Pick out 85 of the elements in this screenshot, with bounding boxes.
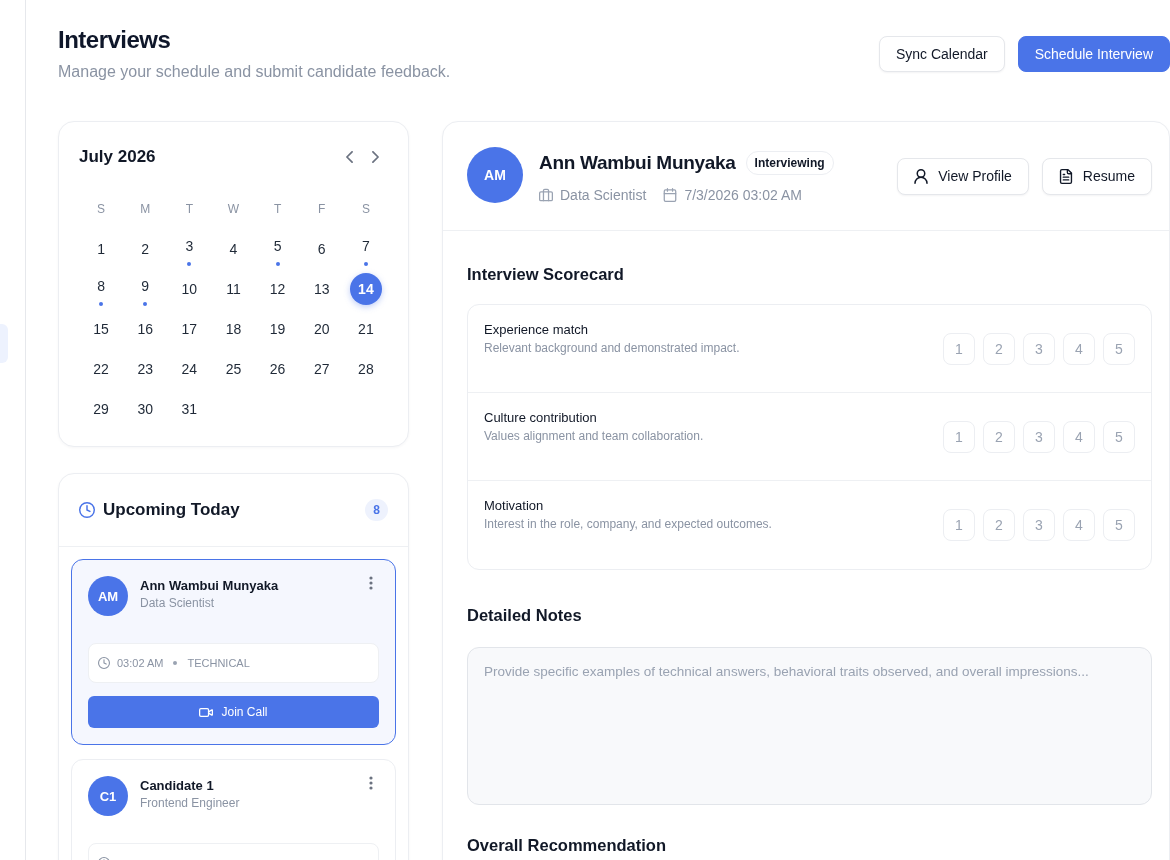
candidate-role: Data Scientist [560, 187, 647, 203]
recommendation-title: Overall Recommendation [467, 835, 667, 855]
briefcase-icon [539, 188, 553, 202]
video-camera-icon [199, 707, 214, 717]
calendar-day[interactable]: 25 [217, 353, 250, 385]
calendar-day[interactable]: 18 [217, 313, 250, 345]
calendar-day[interactable]: 11 [217, 273, 250, 305]
candidate-avatar: C1 [88, 776, 128, 816]
calendar-day[interactable]: 28 [349, 353, 382, 385]
calendar-day[interactable]: 26 [261, 353, 294, 385]
calendar-day[interactable]: 16 [129, 313, 162, 345]
candidate-role: Data Scientist [140, 596, 216, 611]
calendar-day[interactable]: 4 [217, 233, 250, 265]
person-icon [914, 168, 929, 184]
calendar-day[interactable]: 9 [129, 273, 162, 305]
criterion-title: Experience match [484, 322, 590, 338]
calendar-day[interactable]: 29 [85, 393, 118, 425]
vertical-dots-icon[interactable] [369, 576, 373, 590]
calendar-day[interactable]: 6 [305, 233, 338, 265]
join-call-button[interactable]: Join Call [88, 696, 379, 728]
weekday-label: T [184, 202, 194, 216]
schedule-interview-button[interactable]: Schedule Interview [1017, 36, 1170, 72]
candidate-name: Ann Wambui Munyaka [539, 152, 736, 174]
weekday-label: S [96, 202, 107, 216]
criterion-description: Relevant background and demonstrated impact. [484, 341, 740, 356]
upcoming-title: Upcoming Today [103, 500, 240, 520]
calendar-day[interactable]: 21 [349, 313, 382, 345]
calendar-day[interactable]: 22 [85, 353, 118, 385]
calendar-day[interactable]: 13 [305, 273, 338, 305]
criterion-description: Values alignment and team collaboration. [484, 429, 704, 444]
sync-calendar-button[interactable]: Sync Calendar [878, 36, 1005, 72]
candidate-avatar: AM [88, 576, 128, 616]
interview-time: 03:02 AM [117, 657, 164, 669]
vertical-dots-icon[interactable] [369, 776, 373, 790]
calendar-day[interactable]: 3 [173, 233, 206, 265]
calendar-day[interactable]: 2 [129, 233, 162, 265]
clock-icon [79, 502, 95, 518]
weekday-label: T [272, 202, 283, 216]
calendar-day[interactable]: 27 [305, 353, 338, 385]
calendar-day[interactable]: 30 [129, 393, 162, 425]
calendar-month: July 2026 [79, 147, 156, 167]
chevron-right-icon[interactable] [372, 151, 379, 163]
weekday-label: W [226, 202, 241, 216]
clock-icon [98, 657, 110, 669]
weekday-label: S [360, 202, 371, 216]
calendar-day[interactable]: 5 [261, 233, 294, 265]
criterion-title: Culture contribution [484, 410, 598, 426]
calendar-day[interactable]: 14 [349, 273, 382, 305]
interview-card[interactable]: C1 Candidate 1 Frontend Engineer [71, 759, 396, 860]
calendar-day[interactable]: 17 [173, 313, 206, 345]
weekday-label: F [317, 202, 327, 216]
scorecard-title: Interview Scorecard [467, 264, 625, 284]
page-title: Interviews [58, 26, 172, 54]
view-profile-button[interactable]: View Profile [897, 157, 1029, 195]
interview-type: TECHNICAL [187, 657, 250, 669]
interview-card[interactable]: AM Ann Wambui Munyaka Data Scientist 03:02 AM TECHNICAL Join Call [71, 559, 396, 745]
criterion-title: Motivation [484, 498, 545, 514]
calendar-day[interactable]: 10 [173, 273, 206, 305]
notes-field[interactable]: Provide specific examples of technical answers, behavioral traits observed, and overall impressions... [467, 647, 1152, 805]
calendar-day[interactable]: 20 [305, 313, 338, 345]
separator-dot-icon [173, 661, 178, 665]
calendar-icon [663, 188, 678, 202]
calendar-day[interactable]: 19 [261, 313, 294, 345]
notes-title: Detailed Notes [467, 605, 583, 625]
document-icon [1058, 168, 1073, 184]
calendar-day[interactable]: 8 [85, 273, 118, 305]
calendar-day[interactable]: 7 [349, 233, 382, 265]
calendar-day[interactable]: 12 [261, 273, 294, 305]
calendar-day[interactable]: 15 [85, 313, 118, 345]
candidate-role: Frontend Engineer [140, 796, 240, 811]
page-subtitle: Manage your schedule and submit candidate feedback. [58, 62, 451, 82]
criterion-description: Interest in the role, company, and expected outcomes. [484, 517, 772, 532]
calendar-day[interactable]: 24 [173, 353, 206, 385]
interview-datetime: 7/3/2026 03:02 AM [684, 187, 802, 203]
calendar-day[interactable]: 31 [173, 393, 206, 425]
weekday-label: M [139, 202, 152, 216]
calendar-day[interactable]: 1 [85, 233, 118, 265]
resume-button[interactable]: Resume [1041, 157, 1152, 195]
status-badge: Interviewing [745, 151, 834, 175]
count-badge: 8 [365, 499, 388, 521]
candidate-avatar: AM [467, 147, 523, 203]
calendar-day[interactable]: 23 [129, 353, 162, 385]
candidate-name: Ann Wambui Munyaka [140, 577, 279, 595]
candidate-name: Candidate 1 [140, 777, 215, 795]
chevron-left-icon[interactable] [346, 151, 353, 163]
